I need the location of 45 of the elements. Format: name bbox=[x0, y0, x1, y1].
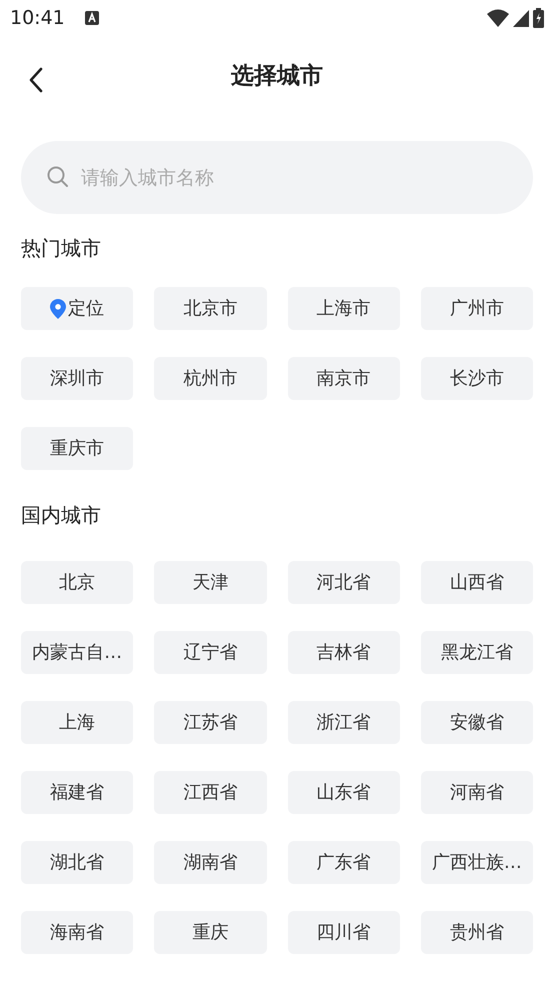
city-chip[interactable]: 湖南省 bbox=[154, 841, 266, 884]
city-chip[interactable]: 天津 bbox=[154, 561, 266, 604]
city-chip[interactable]: 浙江省 bbox=[288, 701, 400, 744]
city-chip[interactable]: 上海市 bbox=[288, 287, 400, 330]
city-chip[interactable]: 南京市 bbox=[288, 357, 400, 400]
section-title: 热门城市 bbox=[20, 235, 102, 262]
city-chip[interactable]: 辽宁省 bbox=[154, 631, 266, 674]
city-chip[interactable]: 重庆 bbox=[154, 911, 266, 954]
city-chip[interactable]: 贵州省 bbox=[420, 911, 533, 954]
city-chip[interactable]: 内蒙古自… bbox=[21, 631, 134, 674]
city-chip[interactable]: 北京 bbox=[21, 561, 134, 604]
city-chip[interactable]: 广西壮族… bbox=[420, 841, 533, 884]
city-chip[interactable]: 定位 bbox=[21, 287, 134, 330]
battery-icon bbox=[533, 8, 544, 28]
city-chip[interactable]: 海南省 bbox=[21, 911, 134, 954]
city-chip[interactable]: 上海 bbox=[21, 701, 134, 744]
section-title: 国内城市 bbox=[20, 502, 102, 529]
wifi-icon bbox=[487, 9, 509, 27]
city-chip[interactable]: 福建省 bbox=[21, 771, 134, 814]
city-chip[interactable]: 北京市 bbox=[154, 287, 266, 330]
city-chip[interactable]: 广州市 bbox=[420, 287, 533, 330]
city-chip[interactable]: 江西省 bbox=[154, 771, 266, 814]
search-field[interactable]: 请输入城市名称 bbox=[21, 141, 533, 214]
city-chip[interactable]: 重庆市 bbox=[21, 427, 134, 470]
city-chip[interactable]: 广东省 bbox=[288, 841, 400, 884]
city-chip[interactable]: 山东省 bbox=[288, 771, 400, 814]
back-icon bbox=[29, 67, 43, 93]
city-chip[interactable]: 山西省 bbox=[420, 561, 533, 604]
location-pin-icon bbox=[50, 298, 66, 318]
city-chip[interactable]: 杭州市 bbox=[154, 357, 266, 400]
city-chip[interactable]: 深圳市 bbox=[21, 357, 134, 400]
city-chip[interactable]: 河南省 bbox=[420, 771, 533, 814]
city-chip[interactable]: 黑龙江省 bbox=[420, 631, 533, 674]
page-title: 选择城市 bbox=[231, 62, 323, 91]
city-chip[interactable]: 河北省 bbox=[288, 561, 400, 604]
city-chip[interactable]: 吉林省 bbox=[288, 631, 400, 674]
city-chip[interactable]: 湖北省 bbox=[21, 841, 134, 884]
status-time: 10:41 bbox=[10, 6, 65, 31]
city-chip[interactable]: 长沙市 bbox=[420, 357, 533, 400]
city-chip[interactable]: 四川省 bbox=[288, 911, 400, 954]
signal-icon bbox=[513, 10, 529, 26]
notification-icon bbox=[84, 11, 99, 25]
city-chip[interactable]: 江苏省 bbox=[154, 701, 266, 744]
search-icon bbox=[47, 166, 69, 188]
city-chip[interactable]: 安徽省 bbox=[420, 701, 533, 744]
